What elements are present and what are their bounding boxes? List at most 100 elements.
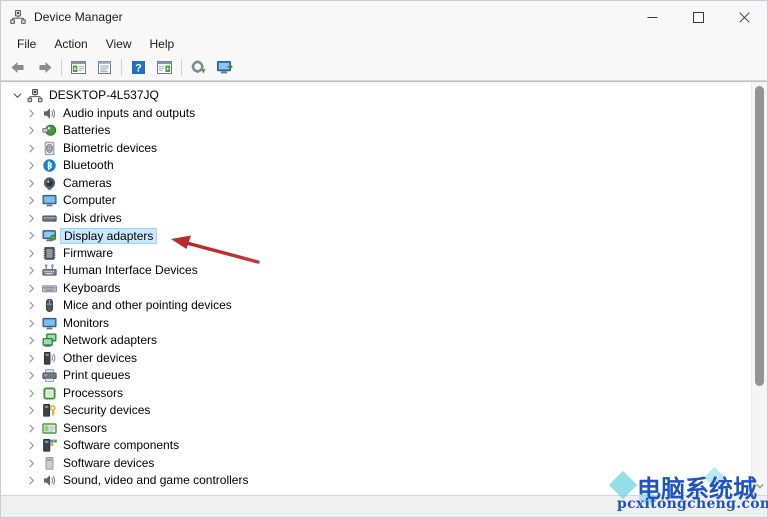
scroll-down-arrow-icon[interactable] <box>752 479 767 493</box>
chevron-right-icon[interactable] <box>23 266 40 275</box>
tree-item-disk-drives[interactable]: Disk drives <box>1 210 751 228</box>
tree-item-label: Disk drives <box>63 210 122 225</box>
menu-help[interactable]: Help <box>141 34 184 54</box>
tree-item-mice-and-other-pointing-devices[interactable]: Mice and other pointing devices <box>1 297 751 315</box>
tree-item-biometric-devices[interactable]: Biometric devices <box>1 140 751 158</box>
forward-button[interactable] <box>32 56 57 79</box>
battery-icon <box>40 123 58 139</box>
chevron-right-icon[interactable] <box>23 144 40 153</box>
maximize-button[interactable] <box>675 1 721 33</box>
tree-item-firmware[interactable]: Firmware <box>1 245 751 263</box>
fingerprint-icon <box>40 140 58 156</box>
close-button[interactable] <box>721 1 767 33</box>
chevron-right-icon[interactable] <box>23 371 40 380</box>
tree-item-sound-video-and-game-controllers[interactable]: Sound, video and game controllers <box>1 472 751 490</box>
monitor-icon <box>40 193 58 209</box>
bluetooth-icon <box>40 158 58 174</box>
chevron-right-icon[interactable] <box>23 336 40 345</box>
tree-item-display-adapters[interactable]: Display adapters <box>1 227 751 245</box>
tree-item-label: Computer <box>63 193 116 208</box>
tree-item-computer[interactable]: Computer <box>1 192 751 210</box>
scan-hardware-changes-button[interactable] <box>212 56 237 79</box>
menu-file[interactable]: File <box>8 34 45 54</box>
chevron-right-icon[interactable] <box>23 476 40 485</box>
processor-icon <box>40 385 58 401</box>
tree-item-print-queues[interactable]: Print queues <box>1 367 751 385</box>
properties-button[interactable] <box>92 56 117 79</box>
help-button[interactable]: ? <box>126 56 151 79</box>
toolbar-separator-2 <box>121 59 122 76</box>
tree-item-processors[interactable]: Processors <box>1 385 751 403</box>
vertical-scrollbar[interactable] <box>751 82 767 495</box>
tree-item-cameras[interactable]: Cameras <box>1 175 751 193</box>
tree-item-monitors[interactable]: Monitors <box>1 315 751 333</box>
device-manager-window: Device Manager File Action View Help ? D… <box>0 0 768 518</box>
tree-item-security-devices[interactable]: Security devices <box>1 402 751 420</box>
firmware-icon <box>40 245 58 261</box>
chevron-right-icon[interactable] <box>23 231 40 240</box>
device-tree-pane[interactable]: DESKTOP-4L537JQ Audio inputs and outputs <box>1 82 751 495</box>
chevron-right-icon[interactable] <box>23 459 40 468</box>
back-button[interactable] <box>6 56 31 79</box>
chevron-right-icon[interactable] <box>23 249 40 258</box>
sensor-icon <box>40 420 58 436</box>
menu-action[interactable]: Action <box>45 34 96 54</box>
chevron-right-icon[interactable] <box>23 161 40 170</box>
tree-item-label: Processors <box>63 385 124 400</box>
chevron-right-icon[interactable] <box>23 319 40 328</box>
chevron-right-icon[interactable] <box>23 126 40 135</box>
chevron-right-icon[interactable] <box>23 196 40 205</box>
tree-item-label: Sensors <box>63 420 108 435</box>
tree-item-label: Print queues <box>63 368 131 383</box>
svg-text:?: ? <box>135 62 142 74</box>
update-driver-button[interactable] <box>186 56 211 79</box>
chevron-right-icon[interactable] <box>23 354 40 363</box>
tree-item-label: Sound, video and game controllers <box>63 473 249 488</box>
tree-item-software-devices[interactable]: Software devices <box>1 455 751 473</box>
tree-item-label: Bluetooth <box>63 158 114 173</box>
tree-item-label: Software devices <box>63 455 155 470</box>
status-bar <box>1 495 767 517</box>
chevron-right-icon[interactable] <box>23 424 40 433</box>
tree-item-label: Network adapters <box>63 333 158 348</box>
minimize-button[interactable] <box>629 1 675 33</box>
chevron-right-icon[interactable] <box>23 214 40 223</box>
tree-item-software-components[interactable]: Software components <box>1 437 751 455</box>
software-device-icon <box>40 455 58 471</box>
show-hide-console-tree-button[interactable] <box>66 56 91 79</box>
display-adapter-icon <box>40 228 58 244</box>
chevron-right-icon[interactable] <box>23 441 40 450</box>
show-hide-action-pane-button[interactable] <box>152 56 177 79</box>
other-device-icon <box>40 350 58 366</box>
security-device-icon <box>40 403 58 419</box>
tree-item-batteries[interactable]: Batteries <box>1 122 751 140</box>
tree-item-audio-inputs-and-outputs[interactable]: Audio inputs and outputs <box>1 105 751 123</box>
network-adapter-icon <box>40 333 58 349</box>
keyboard-icon <box>40 280 58 296</box>
printer-icon <box>40 368 58 384</box>
tree-item-label: Cameras <box>63 175 112 190</box>
tree-root-node[interactable]: DESKTOP-4L537JQ <box>1 87 751 105</box>
chevron-down-icon[interactable] <box>9 91 26 100</box>
title-bar-left: Device Manager <box>1 9 123 25</box>
chevron-right-icon[interactable] <box>23 284 40 293</box>
chevron-right-icon[interactable] <box>23 109 40 118</box>
tree-item-keyboards[interactable]: Keyboards <box>1 280 751 298</box>
tree-item-human-interface-devices[interactable]: Human Interface Devices <box>1 262 751 280</box>
tree-item-bluetooth[interactable]: Bluetooth <box>1 157 751 175</box>
tree-item-network-adapters[interactable]: Network adapters <box>1 332 751 350</box>
chevron-right-icon[interactable] <box>23 301 40 310</box>
scrollbar-thumb[interactable] <box>755 86 764 386</box>
tree-item-other-devices[interactable]: Other devices <box>1 350 751 368</box>
menu-view[interactable]: View <box>97 34 141 54</box>
content-area: DESKTOP-4L537JQ Audio inputs and outputs <box>1 81 767 495</box>
window-title: Device Manager <box>34 10 123 24</box>
menu-bar: File Action View Help <box>1 33 767 55</box>
tree-item-label: Mice and other pointing devices <box>63 298 232 313</box>
chevron-right-icon[interactable] <box>23 389 40 398</box>
camera-icon <box>40 175 58 191</box>
chevron-right-icon[interactable] <box>23 179 40 188</box>
tree-item-sensors[interactable]: Sensors <box>1 420 751 438</box>
toolbar: ? <box>1 55 767 81</box>
chevron-right-icon[interactable] <box>23 406 40 415</box>
